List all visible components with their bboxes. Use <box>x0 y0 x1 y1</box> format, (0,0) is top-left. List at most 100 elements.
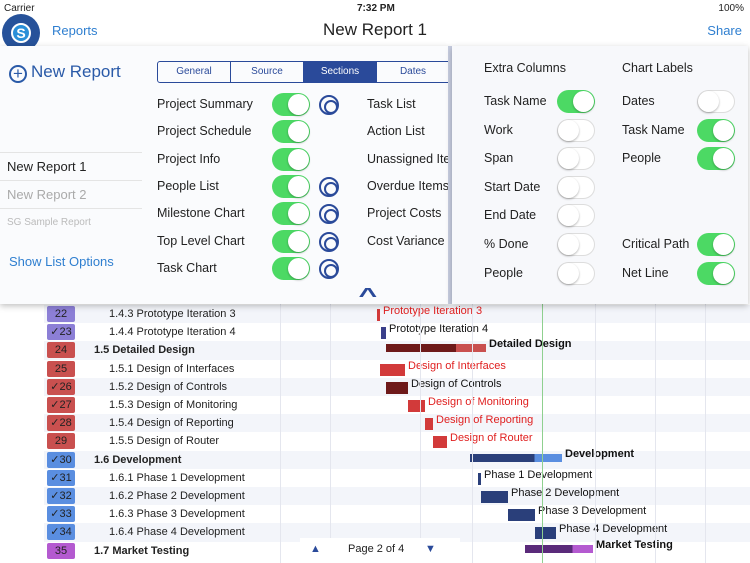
task-id-badge: 24 <box>47 342 75 359</box>
task-name: 1.5 Detailed Design <box>94 344 195 357</box>
task-id-badge: 29 <box>47 433 75 450</box>
task-id: 22 <box>54 308 68 320</box>
show-list-options-button[interactable]: Show List Options <box>9 254 114 269</box>
task-id: 30 <box>59 453 72 466</box>
gantt-bar-label: Design of Interfaces <box>408 359 506 372</box>
table-row[interactable]: ✓27 1.5.3 Design of Monitoring <box>44 396 750 414</box>
gantt-bar[interactable] <box>525 544 593 553</box>
task-id-badge: ✓27 <box>47 397 75 413</box>
columns-panel: Extra Columns Chart Labels Task Name Work… <box>452 46 748 304</box>
section-label: Project Info <box>157 151 221 166</box>
task-id-badge: ✓34 <box>47 524 75 541</box>
gantt-bar[interactable] <box>380 363 405 376</box>
gantt-bar[interactable] <box>377 309 380 321</box>
section-label: Milestone Chart <box>157 206 245 221</box>
gantt-bar-label: Phase 4 Development <box>559 523 668 536</box>
column-toggle[interactable] <box>557 90 595 113</box>
chart-label-toggle[interactable] <box>697 233 735 256</box>
battery: 100% <box>718 3 744 14</box>
task-id-badge: 25 <box>47 360 75 377</box>
section-label: Project Costs <box>367 206 442 221</box>
report-item[interactable]: New Report 2 <box>0 180 142 208</box>
gantt-bar-label: Prototype Iteration 3 <box>383 305 483 317</box>
section-toggle[interactable] <box>272 174 310 198</box>
task-id: 34 <box>59 526 72 539</box>
section-toggle[interactable] <box>272 120 310 144</box>
report-options-panel: + New Report New Report 1 New Report 2 SG… <box>0 46 451 304</box>
chart-label-toggle[interactable] <box>697 261 735 285</box>
task-id: 26 <box>59 380 72 393</box>
section-toggle[interactable] <box>272 256 310 280</box>
grid-line <box>330 304 331 563</box>
gantt-bar-label: Design of Reporting <box>436 414 534 427</box>
column-label: Span <box>484 151 514 166</box>
prev-page-icon[interactable]: ▲ <box>310 543 321 555</box>
report-item[interactable]: New Report 1 <box>0 152 142 180</box>
table-row[interactable]: ✓30 1.6 Development <box>44 450 750 469</box>
chart-label-toggle[interactable] <box>697 90 735 113</box>
new-report-button[interactable]: + New Report <box>9 62 121 83</box>
column-toggle[interactable] <box>557 175 595 199</box>
gear-icon[interactable] <box>319 204 339 225</box>
section-toggle[interactable] <box>272 147 310 171</box>
next-page-icon[interactable]: ▼ <box>425 543 436 555</box>
chevron-up-icon[interactable]: ^ <box>358 285 377 308</box>
task-id-badge: 35 <box>47 542 75 559</box>
gantt-bar[interactable] <box>481 491 508 503</box>
gantt-bar[interactable] <box>478 472 481 485</box>
section-label: People List <box>157 178 219 193</box>
carrier: Carrier <box>4 3 35 14</box>
gear-icon[interactable] <box>319 95 339 115</box>
task-id: 27 <box>59 399 72 411</box>
gantt-bar[interactable] <box>470 453 562 462</box>
section-label: Project Schedule <box>157 124 252 139</box>
chart-label-label: Net Line <box>622 265 669 280</box>
gantt-bar-label: Prototype Iteration 4 <box>389 323 489 336</box>
tab-general[interactable]: General <box>158 62 231 82</box>
gear-icon[interactable] <box>319 258 339 279</box>
section-label: Top Level Chart <box>157 233 245 248</box>
tab-sections[interactable]: Sections <box>304 62 377 82</box>
report-item[interactable]: SG Sample Report <box>0 208 142 236</box>
grid-line <box>280 304 281 563</box>
table-row[interactable]: ✓32 1.6.2 Phase 2 Development <box>44 487 750 506</box>
task-name: 1.6.1 Phase 1 Development <box>109 471 245 484</box>
gear-icon[interactable] <box>319 176 339 197</box>
page-title: New Report 1 <box>323 20 427 39</box>
gantt-bar[interactable] <box>386 381 408 394</box>
column-toggle[interactable] <box>557 147 595 171</box>
column-toggle[interactable] <box>557 261 595 285</box>
task-name: 1.5.3 Design of Monitoring <box>109 399 238 411</box>
section-label: Unassigned Iten <box>367 151 451 166</box>
table-row[interactable]: ✓31 1.6.1 Phase 1 Development <box>44 469 750 487</box>
section-toggle[interactable] <box>272 93 310 116</box>
task-name: 1.5.1 Design of Interfaces <box>109 362 235 375</box>
table-row[interactable]: 29 1.5.5 Design of Router <box>44 432 750 450</box>
gantt-bar[interactable] <box>508 509 535 522</box>
task-id-badge: 22 <box>47 306 75 322</box>
gantt-bar[interactable] <box>386 344 486 353</box>
column-toggle[interactable] <box>557 233 595 256</box>
section-label: Action List <box>367 124 425 139</box>
gantt-bar[interactable] <box>433 436 447 449</box>
tab-source[interactable]: Source <box>231 62 304 82</box>
section-toggle[interactable] <box>272 202 310 226</box>
gantt-bar-label: Phase 2 Development <box>511 487 620 499</box>
chart-label-label: Task Name <box>622 122 685 137</box>
chart-label-toggle[interactable] <box>697 147 735 171</box>
tab-bar: General Source Sections Dates <box>157 61 451 83</box>
gantt-bar[interactable] <box>425 418 433 431</box>
gantt-bar[interactable] <box>381 327 386 340</box>
gear-icon[interactable] <box>319 231 339 252</box>
gantt-bar[interactable] <box>535 527 556 540</box>
share-button[interactable]: Share <box>707 23 742 38</box>
column-toggle[interactable] <box>557 118 595 142</box>
section-toggle[interactable] <box>272 229 310 253</box>
tab-dates[interactable]: Dates <box>377 62 450 82</box>
column-toggle[interactable] <box>557 204 595 228</box>
task-name: 1.5.5 Design of Router <box>109 435 220 448</box>
chart-label-toggle[interactable] <box>697 118 735 142</box>
column-label: Work <box>484 122 513 137</box>
gantt-bar[interactable] <box>408 400 425 412</box>
table-row[interactable]: ✓28 1.5.4 Design of Reporting <box>44 414 750 433</box>
